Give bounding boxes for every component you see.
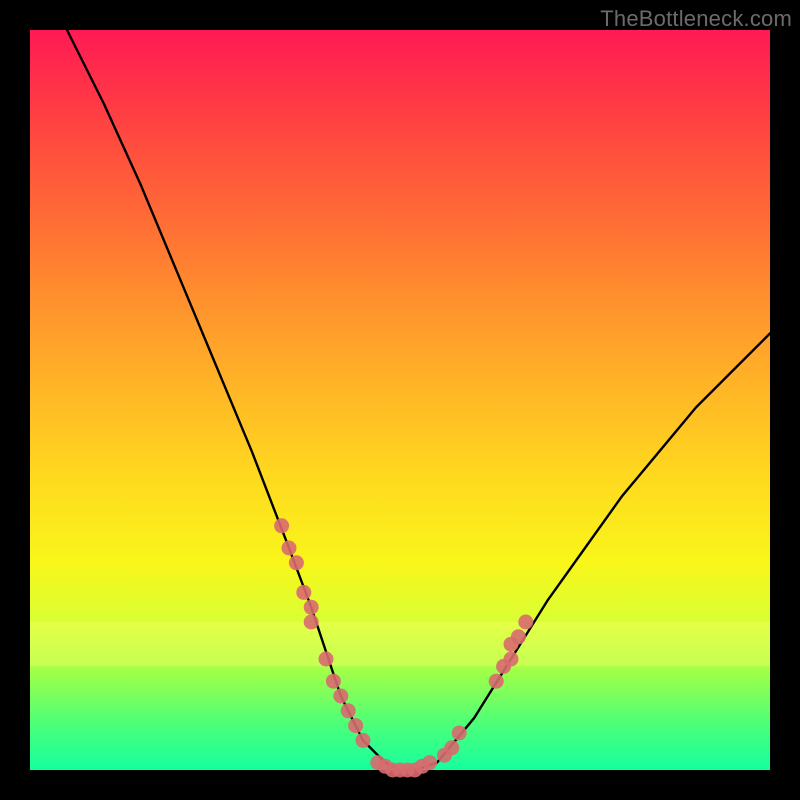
data-marker <box>489 674 504 689</box>
plot-area <box>30 30 770 770</box>
data-marker <box>504 652 519 667</box>
data-marker <box>296 585 311 600</box>
data-marker <box>333 689 348 704</box>
data-marker <box>348 718 363 733</box>
highlight-band <box>30 622 770 666</box>
data-marker <box>289 555 304 570</box>
data-marker <box>422 755 437 770</box>
chart-svg <box>30 30 770 770</box>
data-marker <box>444 740 459 755</box>
chart-frame: TheBottleneck.com <box>0 0 800 800</box>
watermark-text: TheBottleneck.com <box>600 6 792 32</box>
data-marker <box>518 615 533 630</box>
data-marker <box>304 615 319 630</box>
data-marker <box>356 733 371 748</box>
data-marker <box>319 652 334 667</box>
data-marker <box>341 703 356 718</box>
data-marker <box>326 674 341 689</box>
data-marker <box>274 518 289 533</box>
data-marker <box>452 726 467 741</box>
data-marker <box>511 629 526 644</box>
data-marker <box>282 541 297 556</box>
data-marker <box>304 600 319 615</box>
